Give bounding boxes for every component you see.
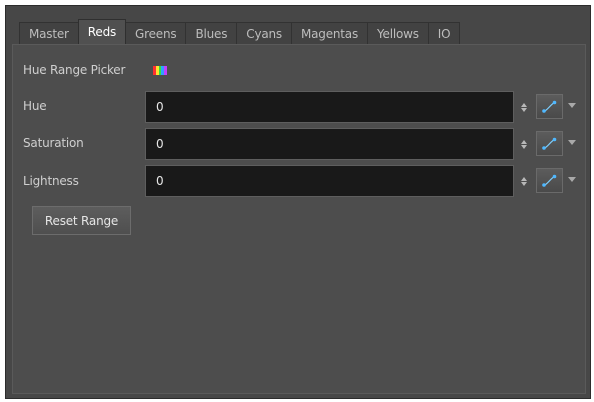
hue-input[interactable]: 0 xyxy=(145,91,514,123)
tab-magentas[interactable]: Magentas xyxy=(290,22,368,44)
hue-curve-button[interactable] xyxy=(536,94,563,119)
lightness-spinner-icon[interactable] xyxy=(520,174,528,188)
tab-cyans[interactable]: Cyans xyxy=(236,22,292,44)
curve-function-icon xyxy=(542,137,557,150)
spinner-down-icon[interactable] xyxy=(521,181,527,186)
spinner-down-icon[interactable] xyxy=(521,144,527,149)
hue-spinner-icon[interactable] xyxy=(520,100,528,114)
tab-reds[interactable]: Reds xyxy=(77,19,127,44)
reset-range-button[interactable]: Reset Range xyxy=(32,206,131,235)
saturation-input[interactable]: 0 xyxy=(145,128,514,160)
tab-blues[interactable]: Blues xyxy=(185,22,238,44)
tab-master[interactable]: Master xyxy=(19,22,79,44)
saturation-label: Saturation xyxy=(23,136,84,150)
curve-function-icon xyxy=(542,100,557,113)
saturation-spinner-icon[interactable] xyxy=(520,137,528,151)
saturation-dropdown-chevron-down-icon[interactable] xyxy=(568,140,576,145)
tab-yellows[interactable]: Yellows xyxy=(367,22,429,44)
curve-function-icon xyxy=(542,174,557,187)
lightness-label: Lightness xyxy=(23,174,79,188)
spinner-up-icon[interactable] xyxy=(521,102,527,107)
spinner-down-icon[interactable] xyxy=(521,107,527,112)
tab-bar: Master Reds Greens Blues Cyans Magentas … xyxy=(19,19,461,44)
hue-dropdown-chevron-down-icon[interactable] xyxy=(568,103,576,108)
lightness-curve-button[interactable] xyxy=(536,168,563,193)
hue-label: Hue xyxy=(23,99,47,113)
color-spectrum-icon[interactable] xyxy=(153,66,167,75)
lightness-dropdown-chevron-down-icon[interactable] xyxy=(568,177,576,182)
spinner-up-icon[interactable] xyxy=(521,176,527,181)
tab-greens[interactable]: Greens xyxy=(125,22,187,44)
spectrum-swatch xyxy=(164,66,167,75)
spinner-up-icon[interactable] xyxy=(521,139,527,144)
lightness-input[interactable]: 0 xyxy=(145,165,514,197)
saturation-curve-button[interactable] xyxy=(536,131,563,156)
tab-io[interactable]: IO xyxy=(427,22,461,44)
hue-range-picker-label: Hue Range Picker xyxy=(23,63,126,77)
